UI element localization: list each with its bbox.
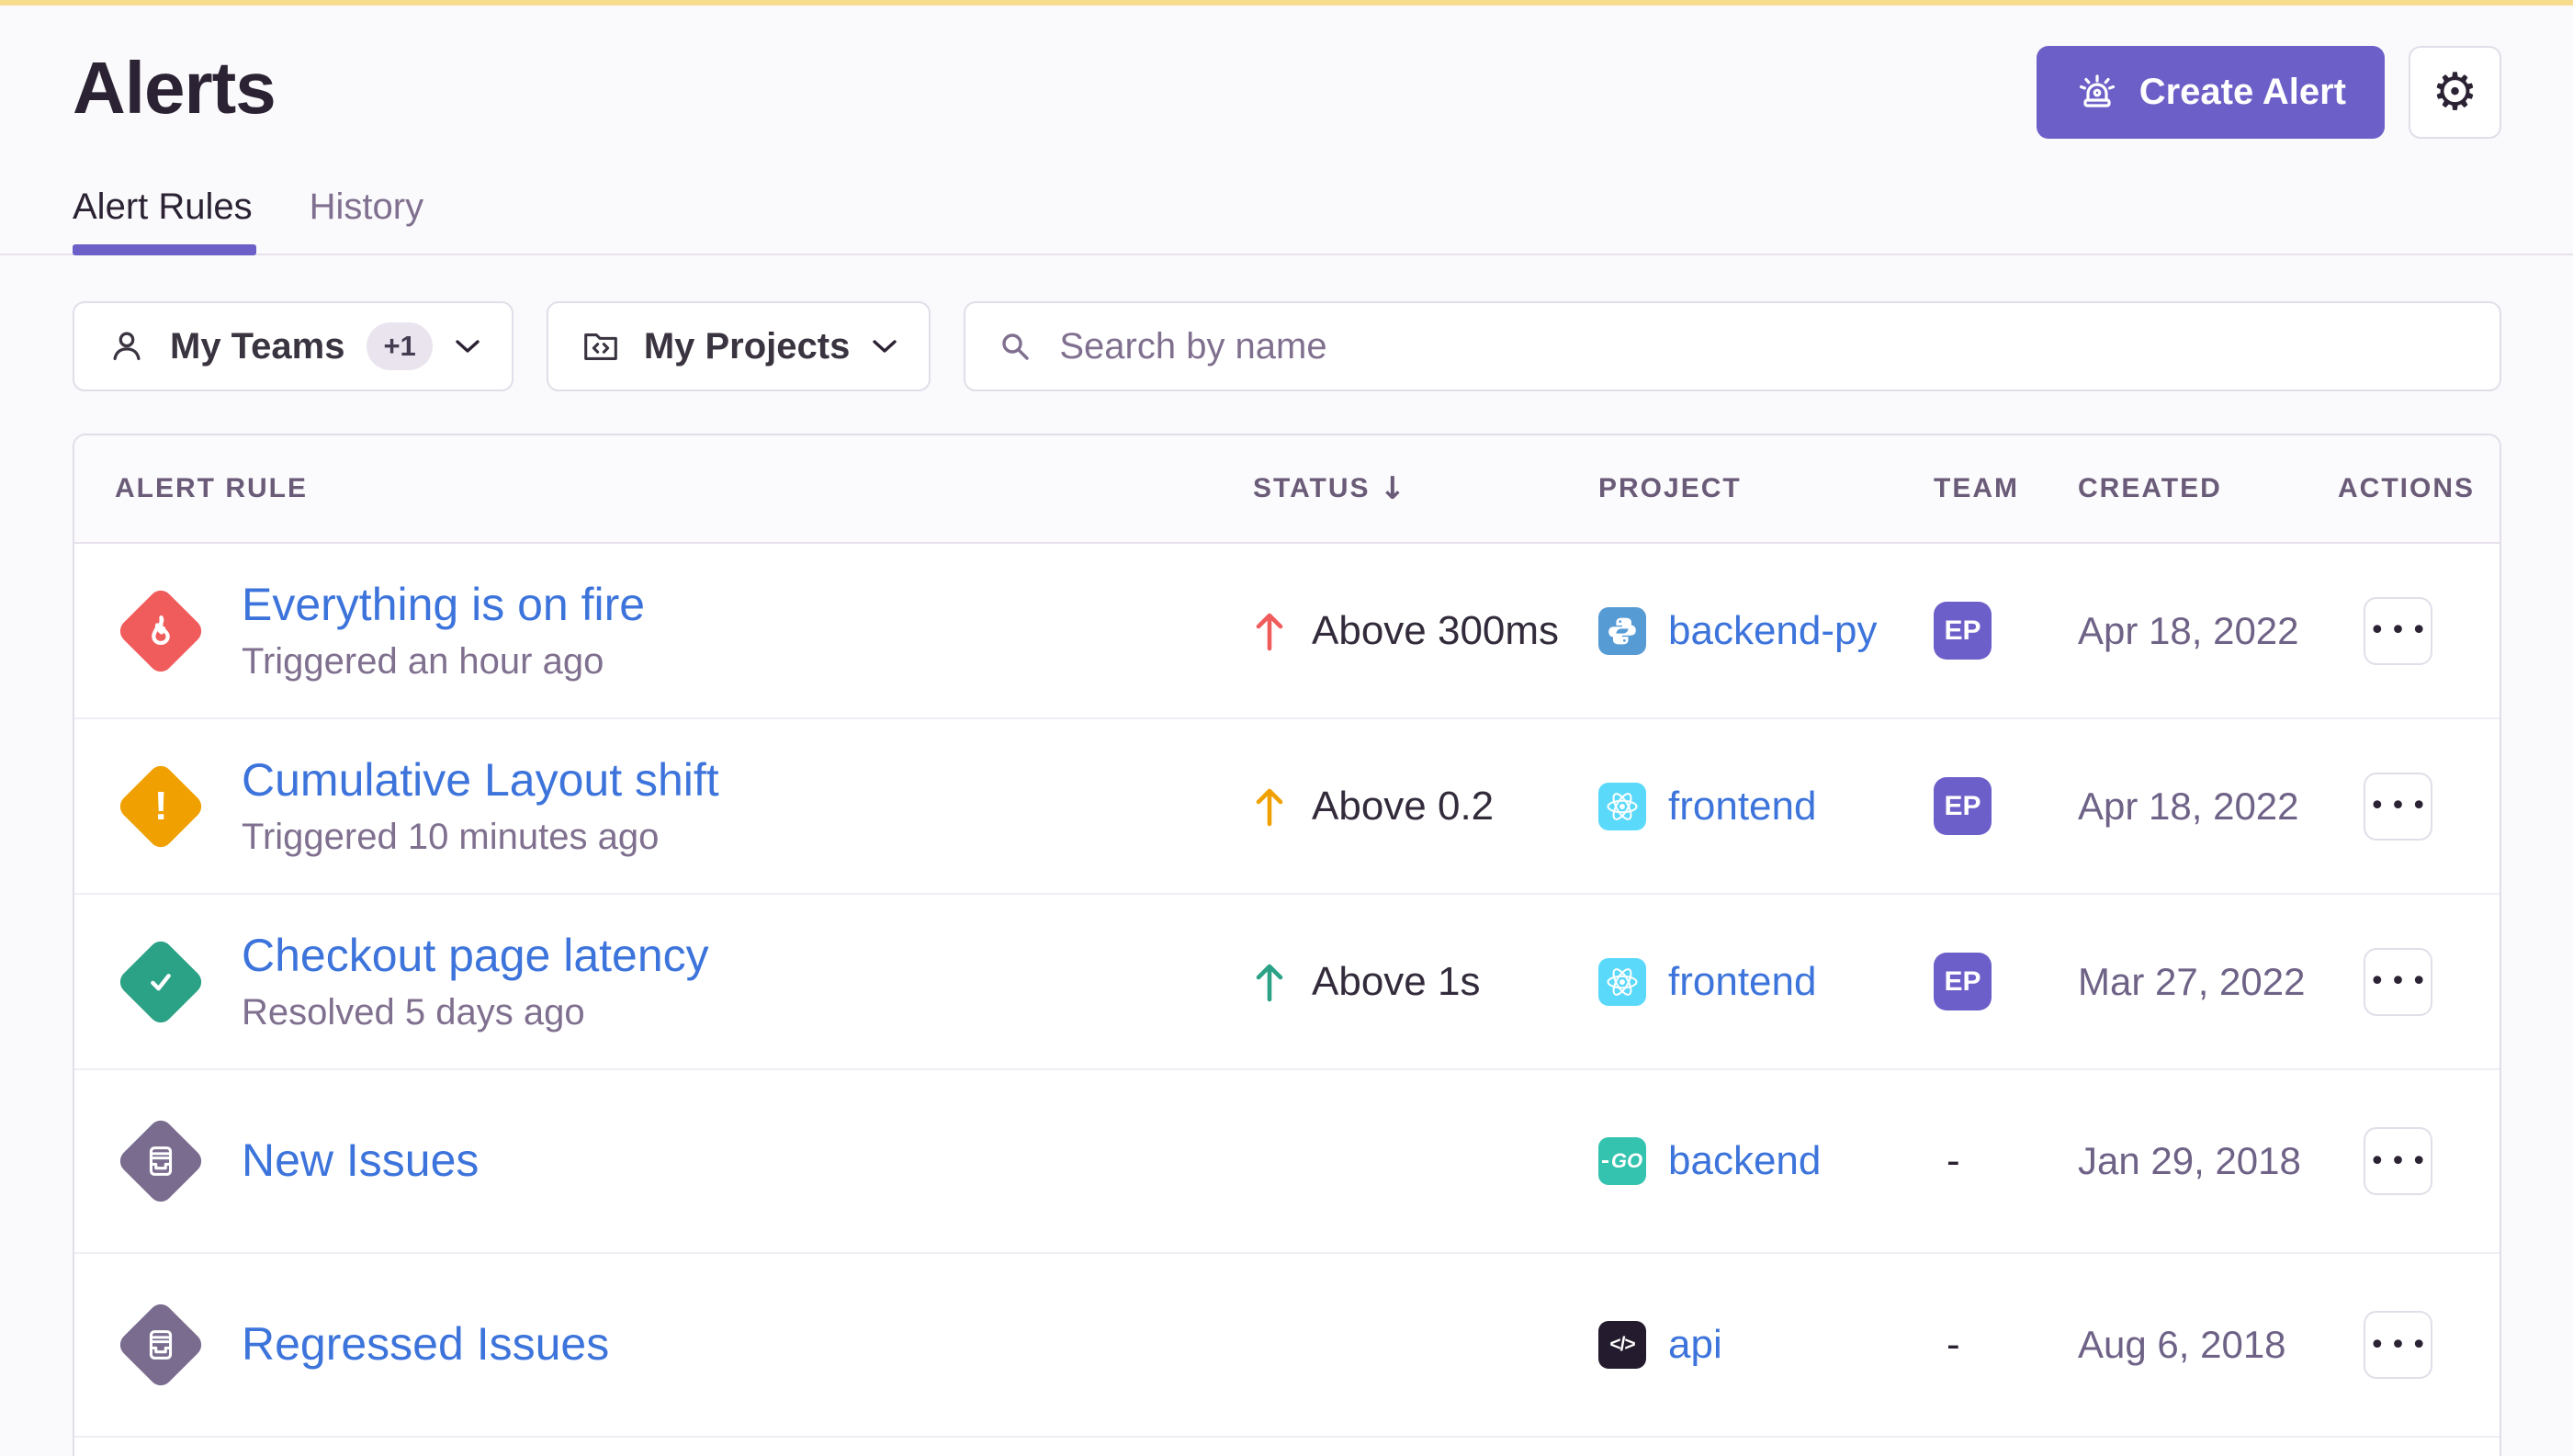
check-icon bbox=[140, 961, 182, 1003]
status-threshold: Above 300ms bbox=[1312, 608, 1559, 654]
column-header-team: TEAM bbox=[1934, 473, 2078, 504]
chevron-down-icon bbox=[872, 339, 897, 355]
projects-filter-button[interactable]: My Projects bbox=[547, 301, 931, 391]
team-none: - bbox=[1947, 1138, 1960, 1183]
row-actions-button[interactable]: ••• bbox=[2364, 948, 2432, 1016]
arrow-up-icon bbox=[1253, 785, 1286, 828]
column-header-alert-rule: ALERT RULE bbox=[74, 473, 1253, 504]
issues-stack-icon bbox=[140, 1140, 182, 1182]
search-input[interactable] bbox=[1059, 326, 2470, 367]
table-row: ! Cumulative Layout shift Triggered 10 m… bbox=[74, 719, 2500, 895]
arrow-up-icon bbox=[1253, 610, 1286, 652]
teams-filter-label: My Teams bbox=[170, 326, 344, 367]
team-badge: EP bbox=[1934, 777, 1992, 835]
created-date: Jan 29, 2018 bbox=[2078, 1139, 2338, 1183]
created-date: Apr 18, 2022 bbox=[2078, 784, 2338, 829]
tab-alert-rules[interactable]: Alert Rules bbox=[73, 186, 253, 254]
search-box bbox=[964, 301, 2501, 391]
tab-history[interactable]: History bbox=[310, 186, 423, 254]
team-badge: EP bbox=[1934, 602, 1992, 660]
severity-badge-issue bbox=[115, 1299, 207, 1391]
exclamation-icon: ! bbox=[154, 786, 168, 827]
project-link[interactable]: frontend bbox=[1668, 959, 1816, 1005]
project-link[interactable]: backend bbox=[1668, 1138, 1821, 1184]
alert-rule-link[interactable]: Cumulative Layout shift bbox=[242, 754, 719, 807]
created-date: Apr 18, 2022 bbox=[2078, 609, 2338, 653]
tab-history-label: History bbox=[310, 186, 423, 227]
column-header-created: CREATED bbox=[2078, 473, 2338, 504]
page-header: Alerts Create Alert ⚙ bbox=[0, 6, 2573, 139]
alert-rule-link[interactable]: Everything is on fire bbox=[242, 579, 645, 632]
status-threshold: Above 1s bbox=[1312, 959, 1480, 1005]
person-icon bbox=[106, 325, 148, 367]
row-actions-button[interactable]: ••• bbox=[2364, 597, 2432, 665]
code-platform-icon: </> bbox=[1598, 1321, 1646, 1369]
alert-rule-link[interactable]: Checkout page latency bbox=[242, 930, 709, 983]
row-actions-button[interactable]: ••• bbox=[2364, 1127, 2432, 1195]
created-date: Aug 6, 2018 bbox=[2078, 1323, 2338, 1367]
folder-code-icon bbox=[580, 325, 622, 367]
alert-rule-status-note: Triggered an hour ago bbox=[242, 641, 645, 683]
react-platform-icon bbox=[1598, 783, 1646, 830]
project-link[interactable]: frontend bbox=[1668, 784, 1816, 830]
project-link[interactable]: backend-py bbox=[1668, 608, 1877, 654]
ellipsis-icon: ••• bbox=[2364, 1329, 2432, 1361]
filter-bar: My Teams +1 My Projects bbox=[0, 301, 2573, 391]
tab-bar: Alert Rules History bbox=[0, 186, 2573, 255]
alert-rules-table: ALERT RULE STATUS ↓ PROJECT TEAM CREATED… bbox=[73, 434, 2501, 1456]
severity-badge-critical bbox=[115, 585, 207, 677]
ellipsis-icon: ••• bbox=[2364, 965, 2432, 998]
create-alert-button[interactable]: Create Alert bbox=[2037, 46, 2385, 139]
create-alert-label: Create Alert bbox=[2139, 72, 2346, 113]
ellipsis-icon: ••• bbox=[2364, 615, 2432, 647]
teams-filter-button[interactable]: My Teams +1 bbox=[73, 301, 513, 391]
project-link[interactable]: api bbox=[1668, 1322, 1722, 1368]
ellipsis-icon: ••• bbox=[2364, 790, 2432, 822]
sort-desc-icon: ↓ bbox=[1380, 470, 1408, 507]
ellipsis-icon: ••• bbox=[2364, 1146, 2432, 1178]
tab-alert-rules-label: Alert Rules bbox=[73, 186, 253, 227]
settings-button[interactable]: ⚙ bbox=[2409, 46, 2501, 139]
python-platform-icon bbox=[1598, 607, 1646, 655]
react-platform-icon bbox=[1598, 958, 1646, 1006]
go-platform-icon: GO bbox=[1598, 1137, 1646, 1185]
gear-icon: ⚙ bbox=[2432, 67, 2477, 119]
team-none: - bbox=[1947, 1322, 1960, 1367]
alert-rule-link[interactable]: New Issues bbox=[242, 1134, 479, 1188]
column-header-project: PROJECT bbox=[1598, 473, 1934, 504]
search-icon bbox=[995, 326, 1035, 367]
projects-filter-label: My Projects bbox=[644, 326, 851, 367]
siren-icon bbox=[2075, 71, 2119, 115]
row-actions-button[interactable]: ••• bbox=[2364, 773, 2432, 841]
column-header-status[interactable]: STATUS ↓ bbox=[1253, 470, 1598, 507]
alert-rule-status-note: Triggered 10 minutes ago bbox=[242, 817, 719, 858]
header-actions: Create Alert ⚙ bbox=[2037, 46, 2501, 139]
status-threshold: Above 0.2 bbox=[1312, 784, 1494, 830]
table-row: Checkout page latency Resolved 5 days ag… bbox=[74, 895, 2500, 1070]
table-row: New Issues GO backend - Jan 29, 2018 ••• bbox=[74, 1070, 2500, 1254]
created-date: Mar 27, 2022 bbox=[2078, 960, 2338, 1004]
severity-badge-warning: ! bbox=[115, 761, 207, 852]
issues-stack-icon bbox=[140, 1324, 182, 1366]
severity-badge-issue bbox=[115, 1115, 207, 1207]
alert-rule-status-note: Resolved 5 days ago bbox=[242, 992, 709, 1033]
table-row: Regressed Issues </> api - Aug 6, 2018 •… bbox=[74, 1254, 2500, 1438]
column-header-actions: ACTIONS bbox=[2338, 473, 2500, 504]
fire-icon bbox=[140, 610, 182, 652]
chevron-down-icon bbox=[455, 339, 480, 355]
team-badge: EP bbox=[1934, 953, 1992, 1010]
severity-badge-resolved bbox=[115, 936, 207, 1028]
arrow-up-icon bbox=[1253, 961, 1286, 1003]
teams-extra-count-badge: +1 bbox=[367, 322, 432, 370]
page-title: Alerts bbox=[73, 46, 276, 130]
table-row: Everything is on fire Triggered an hour … bbox=[74, 544, 2500, 719]
table-header-row: ALERT RULE STATUS ↓ PROJECT TEAM CREATED… bbox=[74, 435, 2500, 544]
alert-rule-link[interactable]: Regressed Issues bbox=[242, 1318, 609, 1371]
row-actions-button[interactable]: ••• bbox=[2364, 1311, 2432, 1379]
